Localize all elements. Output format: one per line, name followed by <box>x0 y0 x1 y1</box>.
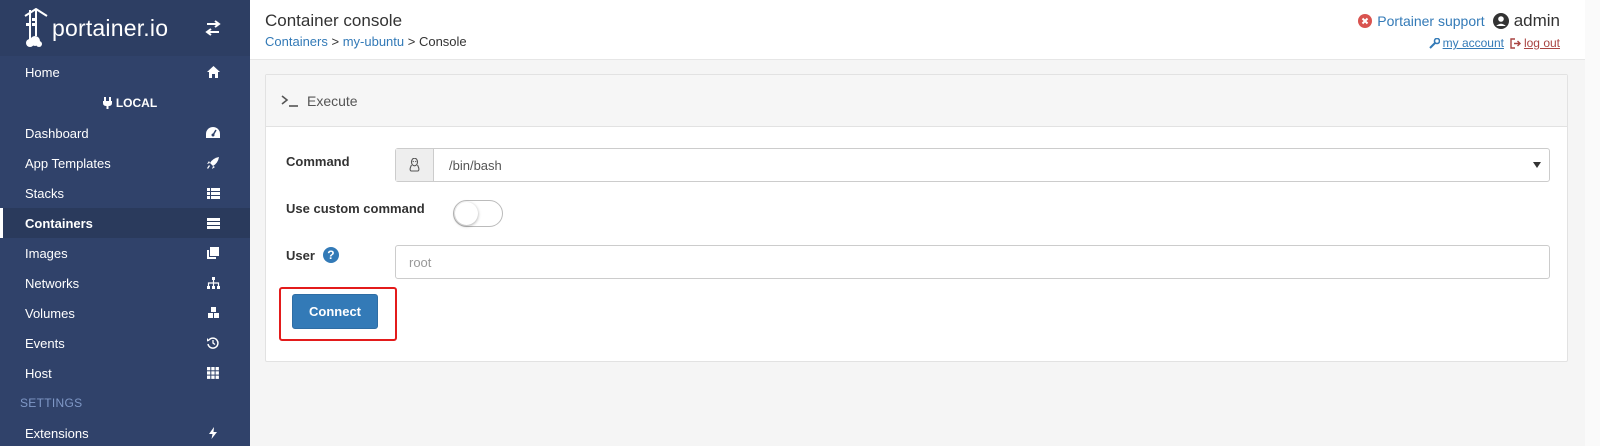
command-select[interactable]: /bin/bash <box>434 149 1549 181</box>
sidebar-item-host[interactable]: Host <box>0 358 250 388</box>
command-select-group[interactable]: /bin/bash <box>395 148 1550 182</box>
sidebar-item-volumes[interactable]: Volumes <box>0 298 250 328</box>
brand-name: portainer.io <box>52 14 169 41</box>
sidebar-item-dashboard[interactable]: Dashboard <box>0 118 250 148</box>
brand: portainer.io <box>0 0 250 56</box>
caret-down-icon <box>1533 162 1541 168</box>
sidebar-item-app-templates[interactable]: App Templates <box>0 148 250 178</box>
sidebar-item-label: Volumes <box>25 305 75 321</box>
page-title: Container console <box>265 11 403 30</box>
toggle-knob <box>455 202 478 225</box>
command-label: Command <box>286 154 350 169</box>
my-account-label: my account <box>1442 36 1504 50</box>
sidebar-item-label: App Templates <box>25 155 111 171</box>
scrollbar-track[interactable] <box>1585 0 1600 446</box>
breadcrumb: Containers > my-ubuntu > Console <box>265 34 467 49</box>
connect-button[interactable]: Connect <box>292 294 378 329</box>
sidebar-item-label: Containers <box>25 215 93 231</box>
widget-header: Execute <box>266 75 1567 127</box>
breadcrumb-separator: > <box>327 34 343 49</box>
exchange-icon[interactable] <box>204 20 222 36</box>
user-area: Portainer support admin my account log o… <box>1358 11 1560 50</box>
logout-link[interactable]: log out <box>1510 36 1560 50</box>
sidebar-item-label: Stacks <box>25 185 65 201</box>
command-value: /bin/bash <box>449 157 502 173</box>
wrench-icon <box>1428 37 1440 49</box>
custom-command-label: Use custom command <box>286 201 425 216</box>
user-circle-icon <box>1492 13 1509 29</box>
sidebar-item-label: Events <box>25 335 65 351</box>
sidebar-item-label: Networks <box>25 275 80 291</box>
breadcrumb-current: Console <box>418 34 467 49</box>
sidebar-item-label: Host <box>25 365 52 381</box>
command-addon <box>396 149 434 181</box>
sidebar-item-images[interactable]: Images <box>0 238 250 268</box>
user-input[interactable]: root <box>395 245 1550 279</box>
support-link[interactable]: Portainer support <box>1358 13 1485 29</box>
sidebar-item-events[interactable]: Events <box>0 328 250 358</box>
th-list-icon <box>206 186 220 200</box>
execute-widget: Execute Command /bin/bash Use custom com… <box>265 74 1568 362</box>
endpoint-name: LOCAL <box>0 88 250 118</box>
server-icon <box>206 216 220 230</box>
username: admin <box>1513 11 1560 30</box>
sidebar-item-label: Extensions <box>25 425 89 441</box>
logout-label: log out <box>1523 36 1560 50</box>
widget-title: Execute <box>307 92 358 109</box>
question-circle-icon[interactable]: ? <box>322 247 339 263</box>
current-user: admin <box>1492 11 1560 31</box>
breadcrumb-containers-link[interactable]: Containers <box>265 34 328 49</box>
linux-icon <box>409 158 420 172</box>
sitemap-icon <box>206 276 220 290</box>
custom-command-toggle[interactable] <box>453 200 503 227</box>
portainer-logo-icon <box>24 8 48 47</box>
tachometer-icon <box>206 126 220 140</box>
sign-out-icon <box>1510 37 1521 49</box>
sidebar-item-label: Dashboard <box>25 125 89 141</box>
cubes-icon <box>206 306 220 320</box>
home-icon <box>206 65 220 79</box>
user-input-placeholder: root <box>409 254 432 270</box>
sidebar-item-label: Home <box>25 64 60 80</box>
support-label: Portainer support <box>1377 13 1485 29</box>
rocket-icon <box>206 156 220 170</box>
sidebar-nav: Home LOCAL Dashboard App Templates Stack… <box>0 56 250 446</box>
sidebar-item-networks[interactable]: Networks <box>0 268 250 298</box>
sidebar-item-containers[interactable]: Containers <box>0 208 250 238</box>
endpoint-label: LOCAL <box>115 96 158 110</box>
page-header: Container console Containers > my-ubuntu… <box>250 0 1585 60</box>
sidebar: portainer.io Home LOCAL Dashboard App Te… <box>0 0 250 446</box>
clone-icon <box>206 246 220 260</box>
support-icon <box>1358 14 1373 28</box>
sidebar-item-label: Images <box>25 245 68 261</box>
user-label-row: User ? <box>286 247 339 263</box>
sidebar-item-extensions[interactable]: Extensions <box>0 418 250 446</box>
plug-icon <box>102 97 112 109</box>
my-account-link[interactable]: my account <box>1428 36 1504 50</box>
settings-heading: SETTINGS <box>20 396 83 410</box>
user-label: User <box>286 247 315 263</box>
history-icon <box>206 336 220 350</box>
th-icon <box>206 366 220 380</box>
sidebar-item-stacks[interactable]: Stacks <box>0 178 250 208</box>
breadcrumb-separator: > <box>404 34 419 49</box>
terminal-icon <box>281 94 298 107</box>
bolt-icon <box>206 426 220 440</box>
breadcrumb-container-link[interactable]: my-ubuntu <box>343 34 404 49</box>
portainer-logo[interactable]: portainer.io <box>24 8 168 48</box>
sidebar-item-home[interactable]: Home <box>0 56 250 88</box>
